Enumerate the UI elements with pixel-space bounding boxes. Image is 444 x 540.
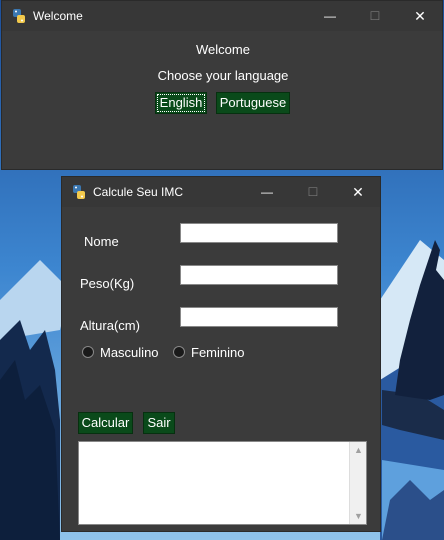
sair-button[interactable]: Sair bbox=[143, 412, 175, 434]
python-icon bbox=[13, 9, 25, 23]
scroll-down-icon[interactable]: ▼ bbox=[350, 508, 367, 524]
imc-window: Calcule Seu IMC — ☐ ✕ Nome Peso(Kg) Altu… bbox=[61, 176, 381, 532]
maximize-icon: ☐ bbox=[307, 185, 319, 199]
feminino-label[interactable]: Feminino bbox=[191, 345, 244, 360]
nome-input[interactable] bbox=[180, 223, 338, 243]
result-textarea[interactable]: ▲ ▼ bbox=[78, 441, 367, 525]
welcome-heading: Welcome bbox=[196, 42, 250, 57]
altura-label: Altura(cm) bbox=[80, 318, 140, 333]
welcome-window-title: Welcome bbox=[33, 9, 83, 23]
nome-label: Nome bbox=[84, 234, 119, 249]
english-button[interactable]: English bbox=[155, 92, 207, 114]
masculino-label[interactable]: Masculino bbox=[100, 345, 159, 360]
welcome-window: Welcome — ☐ ✕ Welcome Choose your langua… bbox=[1, 0, 443, 170]
altura-input[interactable] bbox=[180, 307, 338, 327]
close-icon[interactable]: ✕ bbox=[397, 1, 443, 31]
peso-label: Peso(Kg) bbox=[80, 276, 135, 291]
peso-input[interactable] bbox=[180, 265, 338, 285]
imc-window-title: Calcule Seu IMC bbox=[93, 185, 184, 199]
minimize-icon[interactable]: — bbox=[244, 177, 290, 207]
close-icon[interactable]: ✕ bbox=[335, 177, 381, 207]
imc-titlebar[interactable]: Calcule Seu IMC — ☐ ✕ bbox=[62, 177, 380, 207]
python-icon bbox=[73, 185, 85, 199]
maximize-icon: ☐ bbox=[369, 9, 381, 23]
calcular-button[interactable]: Calcular bbox=[78, 412, 133, 434]
portuguese-button[interactable]: Portuguese bbox=[216, 92, 290, 114]
scroll-up-icon[interactable]: ▲ bbox=[350, 442, 367, 458]
feminino-radio[interactable] bbox=[173, 346, 185, 358]
language-prompt: Choose your language bbox=[157, 68, 289, 83]
vertical-scrollbar[interactable]: ▲ ▼ bbox=[349, 442, 366, 524]
welcome-titlebar[interactable]: Welcome — ☐ ✕ bbox=[2, 1, 442, 31]
masculino-radio[interactable] bbox=[82, 346, 94, 358]
minimize-icon[interactable]: — bbox=[307, 1, 353, 31]
